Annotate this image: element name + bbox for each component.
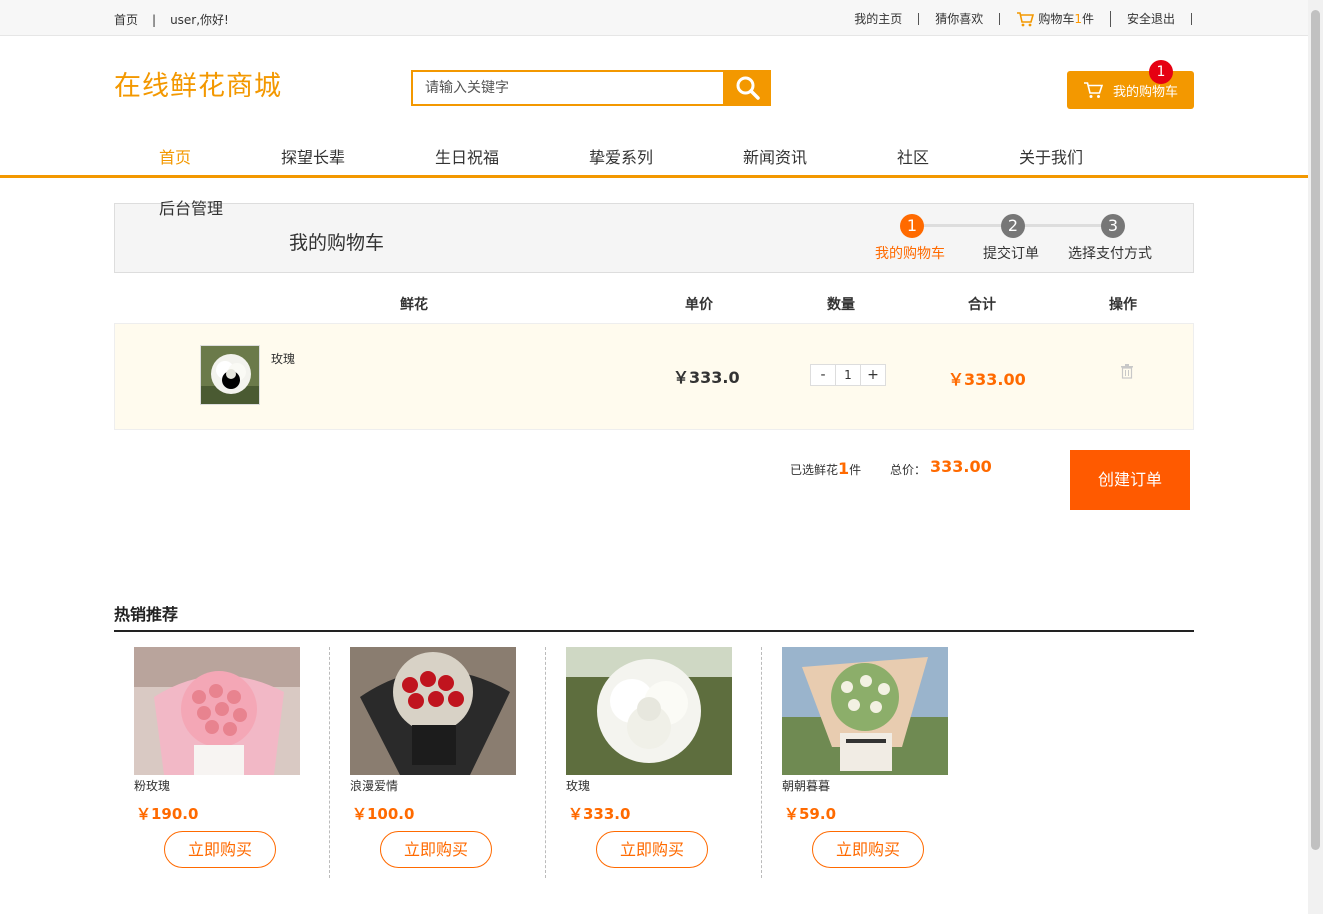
cart-title: 我的购物车 (289, 232, 385, 254)
nav-item-admin[interactable]: 后台管理 (159, 195, 223, 219)
buy-now-button[interactable]: 立即购买 (380, 831, 492, 868)
qty-plus-button[interactable]: + (861, 365, 885, 385)
trash-icon[interactable] (1120, 363, 1134, 379)
create-order-button[interactable]: 创建订单 (1070, 450, 1190, 510)
top-cart-link[interactable]: 购物车 1 件 (1000, 11, 1111, 27)
cart-count-badge: 1 (1149, 60, 1173, 84)
step-3-circle: 3 (1101, 214, 1125, 238)
selected-number: 1 (838, 459, 850, 478)
step-3-label: 选择支付方式 (1068, 246, 1152, 262)
page-scrollbar[interactable] (1308, 0, 1323, 914)
top-cart-label: 购物车 (1038, 12, 1075, 26)
step-1-label: 我的购物车 (875, 246, 945, 262)
selected-count: 已选鲜花1件 (790, 459, 861, 478)
product-price: ￥100.0 (352, 805, 415, 823)
product-price: ￥59.0 (784, 805, 837, 823)
product-name: 浪漫爱情 (350, 779, 399, 793)
buy-now-button[interactable]: 立即购买 (812, 831, 924, 868)
my-cart-label: 我的购物车 (1113, 84, 1179, 100)
cart-item-price: ￥333.0 (673, 368, 740, 387)
top-bar: 首页 | user,你好! 我的主页 猜你喜欢 购物车 1 件 安全退出 (0, 0, 1308, 36)
top-cart-count: 1 (1074, 12, 1082, 26)
product-card: 朝朝暮暮 ￥59.0 立即购买 (762, 647, 978, 878)
search-button[interactable] (725, 70, 771, 106)
my-cart-button[interactable]: 我的购物车 (1067, 71, 1194, 109)
hot-divider (114, 630, 1194, 632)
selected-suffix: 件 (849, 463, 862, 477)
cart-icon (1084, 82, 1103, 98)
cart-icon (1017, 12, 1035, 27)
top-cart-suffix: 件 (1081, 12, 1094, 26)
nav-item-news[interactable]: 新闻资讯 (743, 144, 807, 168)
nav-item-community[interactable]: 社区 (897, 144, 929, 168)
nav-item-love[interactable]: 挚爱系列 (589, 144, 653, 168)
step-2-label: 提交订单 (983, 246, 1039, 262)
scrollbar-thumb[interactable] (1311, 10, 1320, 850)
qty-input[interactable]: 1 (835, 365, 861, 385)
nav-item-elders[interactable]: 探望长辈 (281, 144, 345, 168)
product-image[interactable] (782, 647, 948, 775)
col-header-price: 单价 (685, 297, 713, 313)
product-image[interactable] (350, 647, 516, 775)
product-card: 浪漫爱情 ￥100.0 立即购买 (330, 647, 546, 878)
nav-item-home[interactable]: 首页 (159, 144, 191, 168)
total-value: 333.00 (930, 457, 992, 476)
logout-link[interactable]: 安全退出 (1111, 13, 1192, 25)
product-thumbnail[interactable] (200, 345, 260, 405)
col-header-qty: 数量 (827, 297, 855, 313)
guess-you-like-link[interactable]: 猜你喜欢 (919, 13, 1001, 25)
site-logo[interactable]: 在线鲜花商城 (114, 64, 282, 103)
col-header-action: 操作 (1109, 297, 1137, 313)
product-card: 玫瑰 ￥333.0 立即购买 (546, 647, 762, 878)
user-greeting: user,你好! (170, 13, 229, 27)
cart-item-name: 玫瑰 (271, 352, 296, 366)
nav-item-birthday[interactable]: 生日祝福 (435, 144, 499, 168)
buy-now-button[interactable]: 立即购买 (164, 831, 276, 868)
hot-section-title: 热销推荐 (114, 605, 179, 624)
product-price: ￥333.0 (568, 805, 631, 823)
col-header-total: 合计 (968, 297, 996, 313)
step-1-circle: 1 (900, 214, 924, 238)
cart-item-total: ￥333.00 (948, 370, 1026, 389)
top-home-link[interactable]: 首页 (114, 11, 138, 28)
main-nav: 首页 探望长辈 生日祝福 挚爱系列 新闻资讯 社区 关于我们 (0, 140, 1308, 178)
search-icon (736, 76, 760, 100)
total-label: 总价： (890, 463, 927, 477)
quantity-stepper: - 1 + (810, 364, 886, 386)
nav-item-about[interactable]: 关于我们 (1019, 144, 1083, 168)
buy-now-button[interactable]: 立即购买 (596, 831, 708, 868)
product-price: ￥190.0 (136, 805, 199, 823)
table-row (114, 323, 1194, 430)
my-home-link[interactable]: 我的主页 (838, 13, 920, 25)
selected-prefix: 已选鲜花 (790, 463, 839, 477)
qty-minus-button[interactable]: - (811, 365, 835, 385)
top-separator: | (152, 12, 157, 27)
product-image[interactable] (134, 647, 300, 775)
product-card: 粉玫瑰 ￥190.0 立即购买 (114, 647, 330, 878)
col-header-flower: 鲜花 (400, 297, 428, 313)
product-image[interactable] (566, 647, 732, 775)
search-input[interactable]: 请输入关键字 (411, 70, 725, 106)
product-name: 粉玫瑰 (134, 779, 171, 793)
product-name: 玫瑰 (566, 779, 591, 793)
step-2-circle: 2 (1001, 214, 1025, 238)
product-name: 朝朝暮暮 (782, 779, 831, 793)
